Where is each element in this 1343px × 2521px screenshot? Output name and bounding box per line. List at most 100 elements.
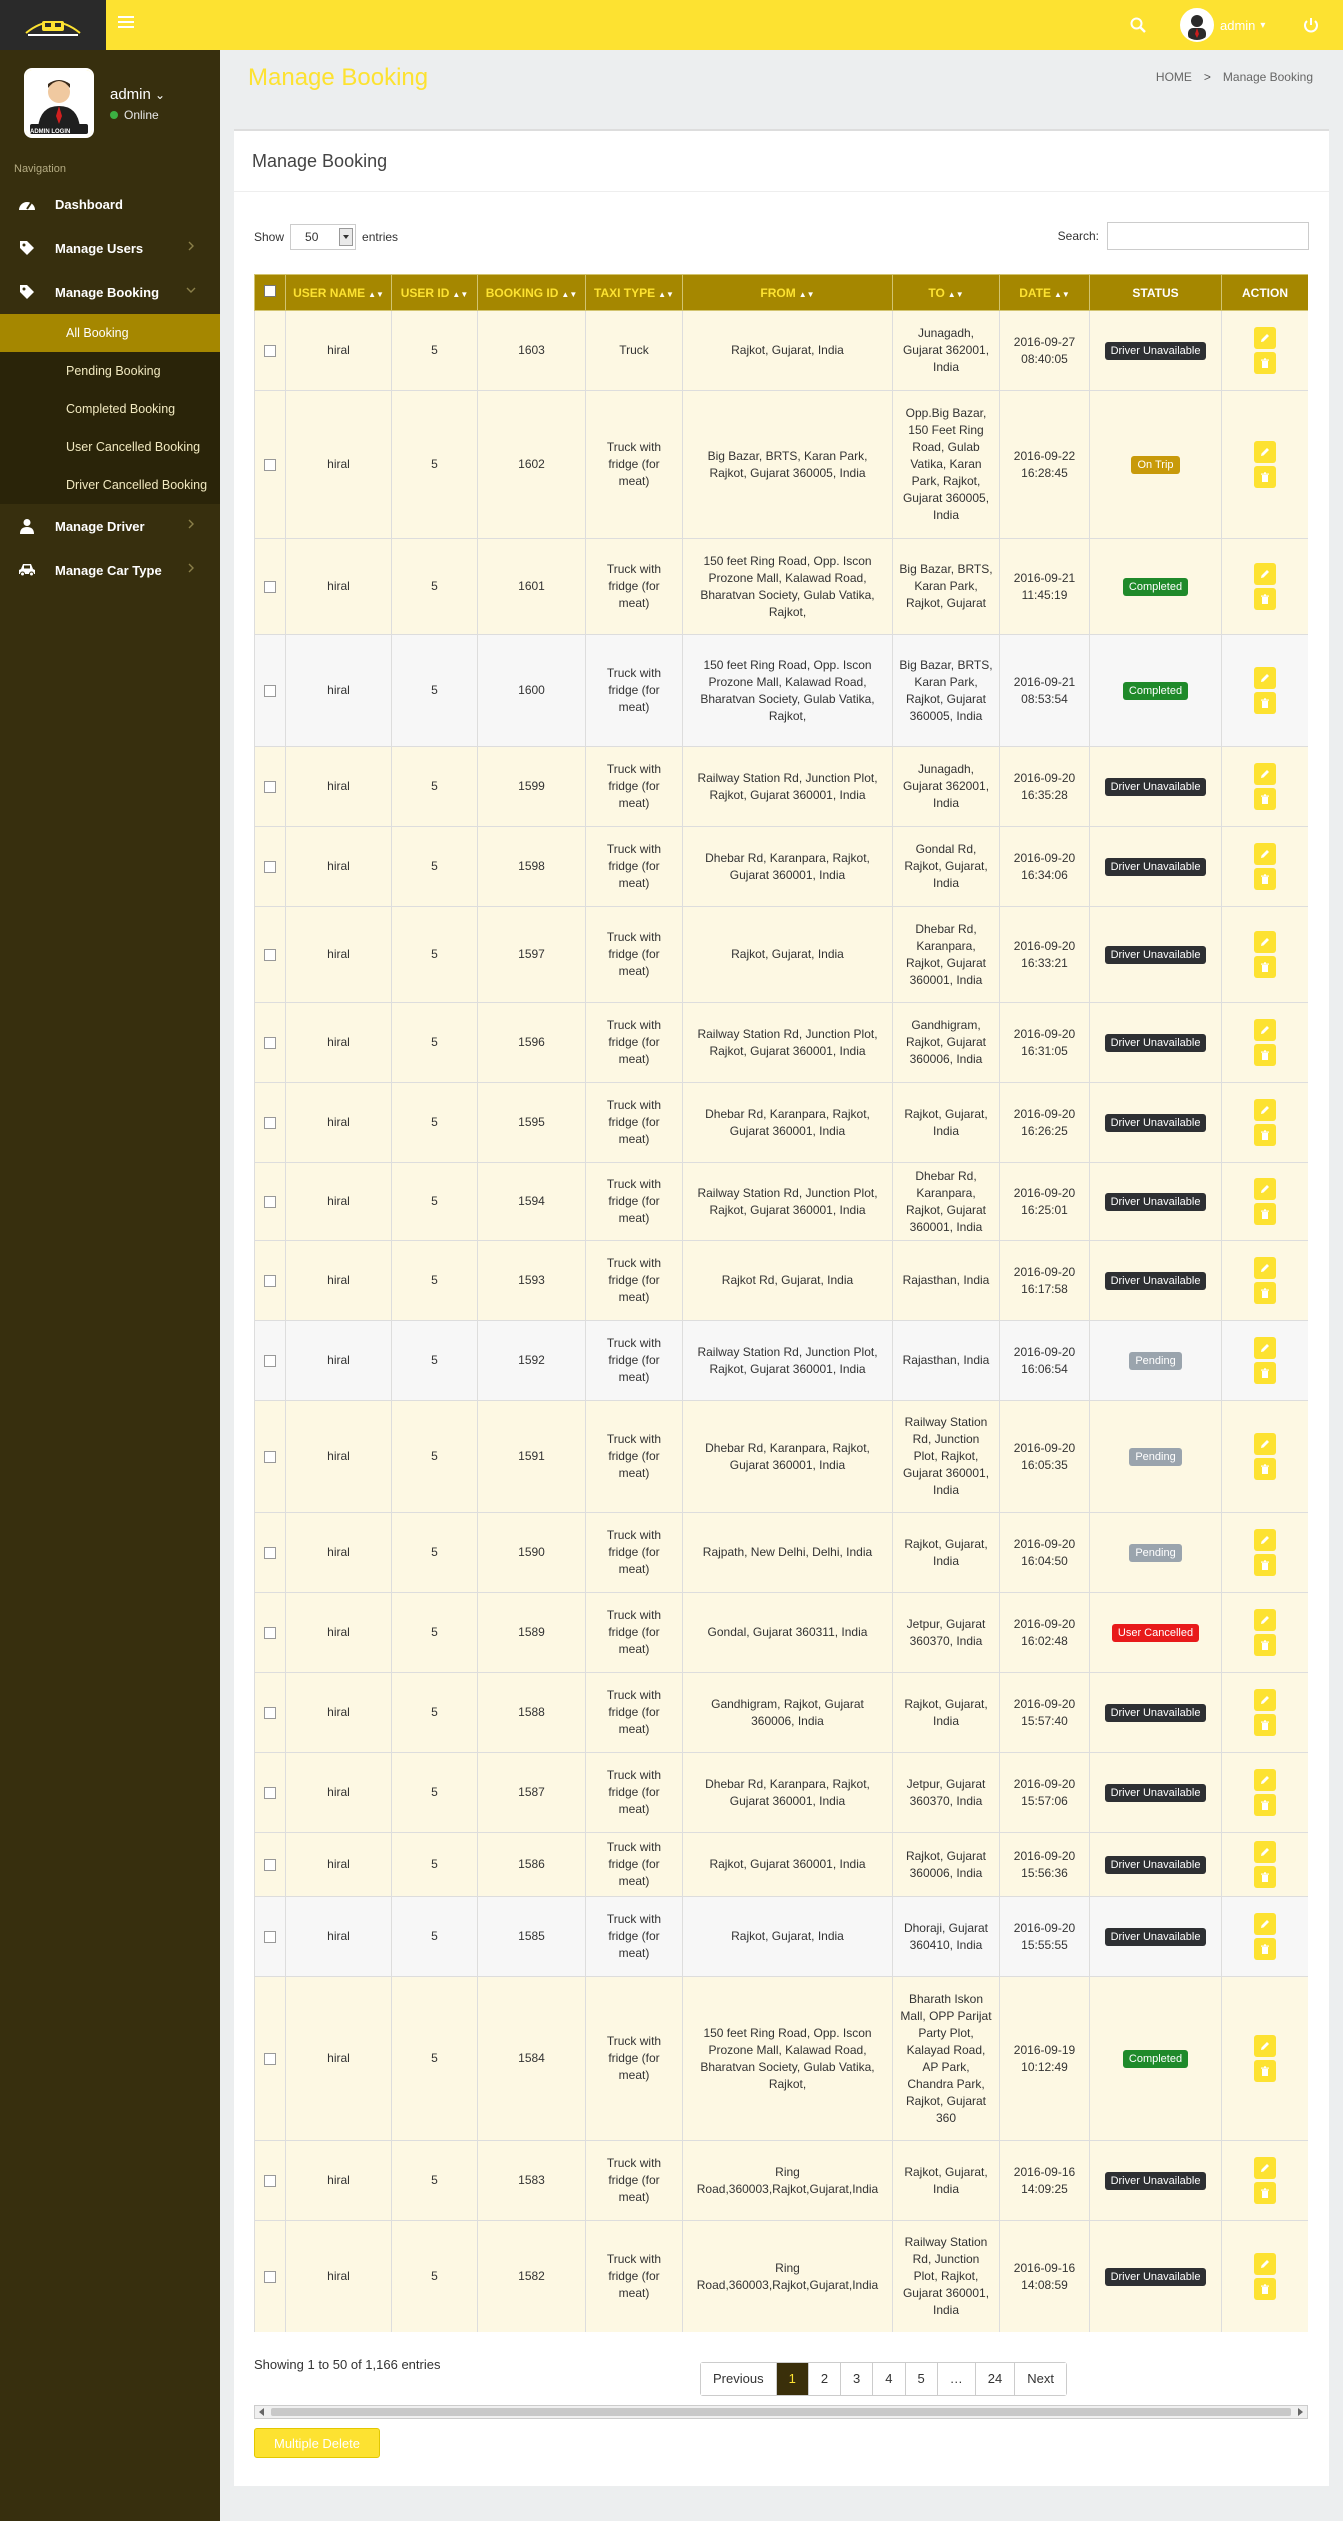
delete-button[interactable] — [1254, 692, 1276, 714]
select-all-header[interactable] — [254, 274, 286, 311]
table-row[interactable]: hiral 5 1583 Truck with fridge (for meat) Ri… — [254, 2140, 1308, 2221]
edit-button[interactable] — [1254, 931, 1276, 953]
edit-button[interactable] — [1254, 843, 1276, 865]
edit-button[interactable] — [1254, 1609, 1276, 1631]
sidebar-item-manage-car-type[interactable]: Manage Car Type — [0, 548, 220, 592]
page-previous[interactable]: Previous — [701, 2363, 776, 2395]
page-5[interactable]: 5 — [904, 2363, 937, 2395]
row-checkbox[interactable] — [264, 1354, 276, 1367]
table-row[interactable]: hiral 5 1595 Truck with fridge (for meat) Dh… — [254, 1082, 1308, 1163]
row-checkbox[interactable] — [264, 1036, 276, 1049]
row-select-cell[interactable] — [254, 1240, 286, 1321]
row-select-cell[interactable] — [254, 1672, 286, 1753]
search-icon[interactable] — [1129, 16, 1147, 34]
row-checkbox[interactable] — [264, 1626, 276, 1639]
edit-button[interactable] — [1254, 1178, 1276, 1200]
row-checkbox[interactable] — [264, 684, 276, 697]
col-booking-id[interactable]: BOOKING ID ▲▼ — [477, 274, 586, 311]
delete-button[interactable] — [1254, 1794, 1276, 1816]
delete-button[interactable] — [1254, 1282, 1276, 1304]
col-taxi-type[interactable]: TAXI TYPE ▲▼ — [585, 274, 683, 311]
delete-button[interactable] — [1254, 788, 1276, 810]
page-2[interactable]: 2 — [807, 2363, 841, 2395]
row-select-cell[interactable] — [254, 1002, 286, 1083]
edit-button[interactable] — [1254, 667, 1276, 689]
table-row[interactable]: hiral 5 1594 Truck with fridge (for meat) Ra… — [254, 1162, 1308, 1241]
search-input[interactable] — [1107, 222, 1309, 250]
edit-button[interactable] — [1254, 1257, 1276, 1279]
table-row[interactable]: hiral 5 1587 Truck with fridge (for meat) Dh… — [254, 1752, 1308, 1833]
col-from[interactable]: FROM ▲▼ — [682, 274, 893, 311]
col-to[interactable]: TO ▲▼ — [892, 274, 1000, 311]
row-checkbox[interactable] — [264, 458, 276, 471]
app-logo[interactable] — [0, 0, 106, 50]
row-checkbox[interactable] — [264, 580, 276, 593]
row-select-cell[interactable] — [254, 906, 286, 1003]
row-select-cell[interactable] — [254, 1976, 286, 2141]
edit-button[interactable] — [1254, 563, 1276, 585]
row-checkbox[interactable] — [264, 948, 276, 961]
delete-button[interactable] — [1254, 1362, 1276, 1384]
edit-button[interactable] — [1254, 1433, 1276, 1455]
edit-button[interactable] — [1254, 1913, 1276, 1935]
edit-button[interactable] — [1254, 1099, 1276, 1121]
row-select-cell[interactable] — [254, 390, 286, 539]
row-checkbox[interactable] — [264, 2174, 276, 2187]
delete-button[interactable] — [1254, 1458, 1276, 1480]
table-row[interactable]: hiral 5 1586 Truck with fridge (for meat) Ra… — [254, 1832, 1308, 1897]
row-select-cell[interactable] — [254, 310, 286, 391]
delete-button[interactable] — [1254, 2182, 1276, 2204]
select-all-checkbox[interactable] — [264, 285, 276, 297]
row-checkbox[interactable] — [264, 860, 276, 873]
edit-button[interactable] — [1254, 441, 1276, 463]
delete-button[interactable] — [1254, 868, 1276, 890]
table-row[interactable]: hiral 5 1593 Truck with fridge (for meat) Ra… — [254, 1240, 1308, 1321]
delete-button[interactable] — [1254, 588, 1276, 610]
row-checkbox[interactable] — [264, 1930, 276, 1943]
sidebar-sub-completed-booking[interactable]: Completed Booking — [0, 390, 220, 428]
edit-button[interactable] — [1254, 1337, 1276, 1359]
table-row[interactable]: hiral 5 1585 Truck with fridge (for meat) Ra… — [254, 1896, 1308, 1977]
row-select-cell[interactable] — [254, 2220, 286, 2332]
table-row[interactable]: hiral 5 1589 Truck with fridge (for meat) Go… — [254, 1592, 1308, 1673]
horizontal-scrollbar[interactable] — [254, 2405, 1308, 2419]
delete-button[interactable] — [1254, 956, 1276, 978]
row-select-cell[interactable] — [254, 2140, 286, 2221]
edit-button[interactable] — [1254, 1019, 1276, 1041]
row-checkbox[interactable] — [264, 1858, 276, 1871]
edit-button[interactable] — [1254, 327, 1276, 349]
page-24[interactable]: 24 — [974, 2363, 1015, 2395]
scrollbar-thumb[interactable] — [271, 2408, 1291, 2416]
row-checkbox[interactable] — [264, 2052, 276, 2065]
row-checkbox[interactable] — [264, 1706, 276, 1719]
menu-toggle-icon[interactable] — [118, 16, 134, 30]
col-user-name[interactable]: USER NAME ▲▼ — [285, 274, 392, 311]
row-checkbox[interactable] — [264, 1116, 276, 1129]
sidebar-item-manage-driver[interactable]: Manage Driver — [0, 504, 220, 548]
multiple-delete-button[interactable]: Multiple Delete — [254, 2428, 380, 2458]
row-select-cell[interactable] — [254, 746, 286, 827]
sidebar-sub-pending-booking[interactable]: Pending Booking — [0, 352, 220, 390]
row-select-cell[interactable] — [254, 1752, 286, 1833]
edit-button[interactable] — [1254, 2157, 1276, 2179]
col-date[interactable]: DATE ▲▼ — [999, 274, 1090, 311]
delete-button[interactable] — [1254, 2278, 1276, 2300]
edit-button[interactable] — [1254, 1529, 1276, 1551]
page-next[interactable]: Next — [1014, 2363, 1066, 2395]
sidebar-sub-driver-cancelled[interactable]: Driver Cancelled Booking — [0, 466, 220, 504]
delete-button[interactable] — [1254, 1124, 1276, 1146]
page-4[interactable]: 4 — [872, 2363, 905, 2395]
sidebar-item-manage-users[interactable]: Manage Users — [0, 226, 220, 270]
table-row[interactable]: hiral 5 1599 Truck with fridge (for meat) Ra… — [254, 746, 1308, 827]
table-row[interactable]: hiral 5 1601 Truck with fridge (for meat) 15… — [254, 538, 1308, 635]
row-select-cell[interactable] — [254, 1896, 286, 1977]
table-row[interactable]: hiral 5 1590 Truck with fridge (for meat) Ra… — [254, 1512, 1308, 1593]
delete-button[interactable] — [1254, 1714, 1276, 1736]
edit-button[interactable] — [1254, 2253, 1276, 2275]
table-row[interactable]: hiral 5 1603 Truck Rajkot, Gujarat, India Jun… — [254, 310, 1308, 391]
row-checkbox[interactable] — [264, 344, 276, 357]
delete-button[interactable] — [1254, 352, 1276, 374]
row-checkbox[interactable] — [264, 1450, 276, 1463]
sidebar-sub-user-cancelled[interactable]: User Cancelled Booking — [0, 428, 220, 466]
user-menu[interactable]: admin ▾ — [1180, 8, 1265, 42]
